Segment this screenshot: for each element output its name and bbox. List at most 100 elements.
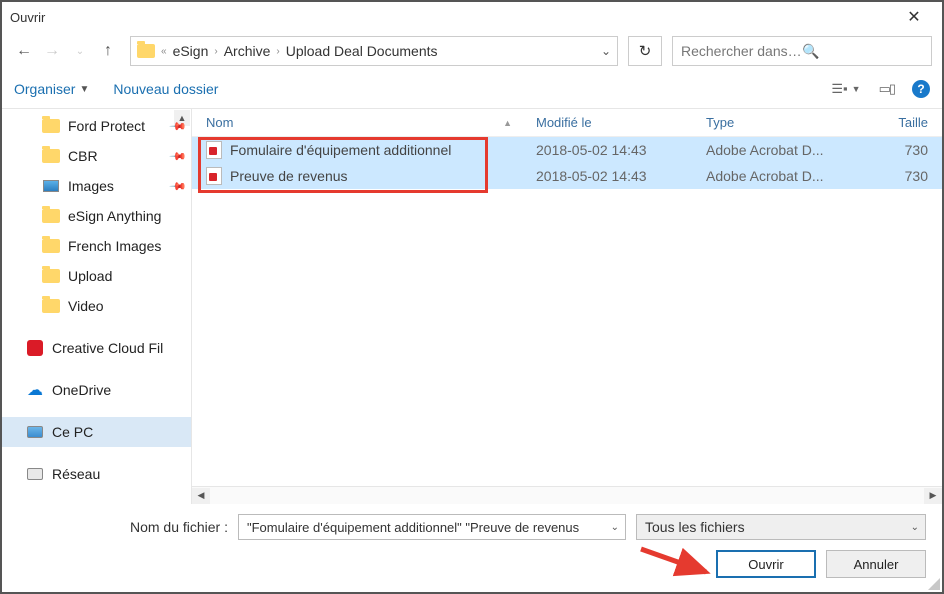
sidebar-item[interactable]: Réseau — [2, 459, 191, 489]
onedrive-icon: ☁ — [26, 383, 44, 397]
view-mode-button[interactable]: ☰▪ ▼ — [831, 81, 860, 97]
preview-pane-button[interactable]: ▭▯ — [879, 81, 894, 97]
creative-cloud-icon — [26, 341, 44, 355]
chevron-icon: « — [161, 46, 167, 57]
pdf-icon — [206, 141, 222, 159]
help-button[interactable]: ? — [912, 80, 930, 98]
folder-icon — [42, 119, 60, 133]
search-placeholder: Rechercher dans : Upload Dea... — [681, 43, 802, 59]
folder-icon — [42, 239, 60, 253]
breadcrumb-1[interactable]: eSign — [173, 43, 209, 59]
address-bar[interactable]: « eSign › Archive › Upload Deal Document… — [130, 36, 618, 66]
body: ▲ Ford Protect📌CBR📌 Images 📌 eSign Anything… — [2, 109, 942, 504]
cancel-button[interactable]: Annuler — [826, 550, 926, 578]
sidebar-item[interactable]: French Images — [2, 231, 191, 261]
scroll-left-button[interactable]: ◀ — [192, 488, 210, 504]
annotation-arrow — [636, 544, 716, 584]
sort-asc-icon: ▲ — [503, 118, 512, 128]
refresh-button[interactable]: ↻ — [628, 36, 662, 66]
file-row[interactable]: Preuve de revenus 2018-05-02 14:43Adobe A… — [192, 163, 942, 189]
search-icon: 🔍 — [802, 43, 923, 60]
chevron-down-icon[interactable]: ⌄ — [601, 44, 611, 58]
file-size: 730 — [852, 142, 942, 158]
file-list[interactable]: Fomulaire d'équipement additionnel 2018-0… — [192, 137, 942, 486]
sidebar-item[interactable]: Upload — [2, 261, 191, 291]
file-name: Fomulaire d'équipement additionnel — [230, 142, 451, 158]
sidebar: ▲ Ford Protect📌CBR📌Images📌eSign Anything… — [2, 109, 192, 504]
folder-icon — [42, 149, 60, 163]
forward-button[interactable]: → — [40, 39, 64, 63]
sidebar-item-label: Upload — [68, 268, 191, 284]
resize-grip[interactable] — [926, 576, 940, 590]
scroll-right-button[interactable]: ▶ — [924, 488, 942, 504]
chevron-down-icon: ▼ — [79, 84, 89, 95]
col-type-header[interactable]: Type — [692, 115, 852, 130]
file-size: 730 — [852, 168, 942, 184]
footer: Nom du fichier : "Fomulaire d'équipement… — [2, 504, 942, 592]
list-icon: ☰▪ — [831, 81, 847, 97]
file-type-filter[interactable]: Tous les fichiers ⌄ — [636, 514, 926, 540]
col-name-header[interactable]: Nom ▲ — [192, 115, 522, 130]
sidebar-item[interactable]: Ce PC — [2, 417, 191, 447]
chevron-down-icon[interactable]: ⌄ — [611, 522, 619, 533]
window-title: Ouvrir — [10, 10, 894, 25]
sidebar-item-label: Creative Cloud Fil — [52, 340, 191, 356]
file-type: Adobe Acrobat D... — [692, 142, 852, 158]
sidebar-item-label: Ce PC — [52, 424, 191, 440]
sidebar-item-label: eSign Anything — [68, 208, 191, 224]
sidebar-item[interactable]: Images 📌 — [2, 171, 191, 201]
file-pane: Nom ▲ Modifié le Type Taille Fomulaire d… — [192, 109, 942, 504]
network-icon — [26, 467, 44, 481]
file-modified: 2018-05-02 14:43 — [522, 142, 692, 158]
sidebar-item-label: Ford Protect — [68, 118, 163, 134]
search-input[interactable]: Rechercher dans : Upload Dea... 🔍 — [672, 36, 932, 66]
sidebar-item[interactable]: eSign Anything — [2, 201, 191, 231]
column-headers: Nom ▲ Modifié le Type Taille — [192, 109, 942, 137]
file-name: Preuve de revenus — [230, 168, 348, 184]
organize-menu[interactable]: Organiser ▼ — [14, 81, 89, 97]
close-icon[interactable]: ✕ — [894, 7, 934, 27]
filename-input[interactable]: "Fomulaire d'équipement additionnel" "Pr… — [238, 514, 626, 540]
images-icon — [42, 179, 60, 193]
up-button[interactable]: ↑ — [96, 39, 120, 63]
pin-icon: 📌 — [169, 177, 188, 196]
sidebar-item-label: CBR — [68, 148, 163, 164]
sidebar-item[interactable]: Creative Cloud Fil — [2, 333, 191, 363]
chevron-down-icon: ▼ — [852, 84, 861, 94]
file-row[interactable]: Fomulaire d'équipement additionnel 2018-0… — [192, 137, 942, 163]
navbar: ← → ⌄ ↑ « eSign › Archive › Upload Deal … — [2, 32, 942, 70]
file-modified: 2018-05-02 14:43 — [522, 168, 692, 184]
sidebar-item[interactable]: ☁ OneDrive — [2, 375, 191, 405]
col-size-header[interactable]: Taille — [852, 115, 942, 130]
toolbar: Organiser ▼ Nouveau dossier ☰▪ ▼ ▭▯ ? — [2, 70, 942, 108]
preview-icon: ▭▯ — [879, 81, 894, 97]
breadcrumb-3[interactable]: Upload Deal Documents — [286, 43, 438, 59]
open-button[interactable]: Ouvrir — [716, 550, 816, 578]
back-button[interactable]: ← — [12, 39, 36, 63]
chevron-icon: › — [214, 46, 217, 57]
col-modified-header[interactable]: Modifié le — [522, 115, 692, 130]
horizontal-scrollbar[interactable]: ◀ ▶ — [192, 486, 942, 504]
recent-dropdown[interactable]: ⌄ — [68, 39, 92, 63]
pc-icon — [26, 425, 44, 439]
sidebar-item[interactable]: Video — [2, 291, 191, 321]
titlebar: Ouvrir ✕ — [2, 2, 942, 32]
pdf-icon — [206, 167, 222, 185]
file-type: Adobe Acrobat D... — [692, 168, 852, 184]
file-open-dialog: Ouvrir ✕ ← → ⌄ ↑ « eSign › Archive › Upl… — [0, 0, 944, 594]
sidebar-item-label: French Images — [68, 238, 191, 254]
new-folder-button[interactable]: Nouveau dossier — [113, 81, 218, 97]
sidebar-item-label: Video — [68, 298, 191, 314]
filename-label: Nom du fichier : — [18, 519, 228, 535]
folder-icon — [137, 44, 155, 58]
chevron-icon: › — [276, 46, 279, 57]
sidebar-item-label: Réseau — [52, 466, 191, 482]
sidebar-item-label: Images — [68, 178, 163, 194]
folder-icon — [42, 209, 60, 223]
chevron-down-icon[interactable]: ⌄ — [911, 522, 919, 533]
sidebar-item[interactable]: Ford Protect📌 — [2, 111, 191, 141]
sidebar-item-label: OneDrive — [52, 382, 191, 398]
sidebar-item[interactable]: CBR📌 — [2, 141, 191, 171]
folder-icon — [42, 299, 60, 313]
breadcrumb-2[interactable]: Archive — [224, 43, 271, 59]
